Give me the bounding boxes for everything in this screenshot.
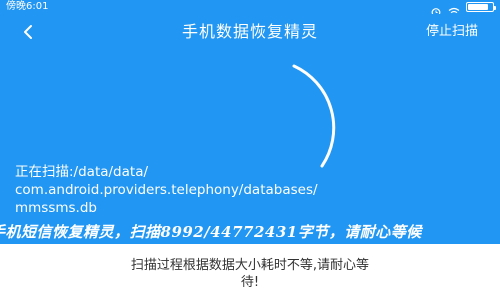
alarm-icon <box>430 2 442 17</box>
battery-icon <box>466 2 496 12</box>
scroll-status-text: 手机短信恢复精灵，扫描8992/44772431字节，请耐心等候 <box>0 223 422 241</box>
scroll-status-banner: 手机短信恢复精灵，扫描8992/44772431字节，请耐心等候 <box>0 222 500 242</box>
status-bar: 傍晚6:01 <box>0 0 500 17</box>
scan-area <box>0 50 500 170</box>
scan-path-line1: 正在扫描:/data/data/ <box>15 164 149 180</box>
battery-level <box>468 4 488 10</box>
bottom-hint-panel: 扫描过程根据数据大小耗时不等,请耐心等 待! <box>0 244 500 300</box>
bottom-hint-line1: 扫描过程根据数据大小耗时不等,请耐心等 <box>130 258 370 273</box>
wifi-icon <box>448 2 460 17</box>
app-bar: 手机数据恢复精灵 停止扫描 <box>0 14 500 50</box>
status-time: 傍晚6:01 <box>6 1 49 12</box>
scan-path-line2: com.android.providers.telephony/database… <box>15 182 318 198</box>
stop-scan-button[interactable]: 停止扫描 <box>426 24 478 40</box>
status-icons <box>430 2 496 17</box>
bottom-hint-text: 扫描过程根据数据大小耗时不等,请耐心等 待! <box>0 257 500 291</box>
scan-path-text: 正在扫描:/data/data/ com.android.providers.t… <box>15 163 318 217</box>
bottom-hint-line2: 待! <box>240 275 260 290</box>
scan-path-line3: mmssms.db <box>15 200 97 216</box>
